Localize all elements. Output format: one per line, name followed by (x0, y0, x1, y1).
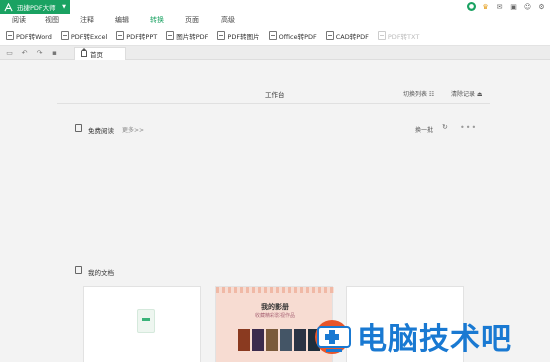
computer-logo-icon (315, 320, 351, 354)
file-convert-icon (217, 31, 226, 40)
file-convert-icon (166, 31, 175, 40)
window-controls: ● ♛ ✉ ▣ ☺ ⚙ (467, 2, 546, 11)
card-stripe (216, 287, 334, 293)
ribbon-tool-2[interactable]: PDF转PPT (116, 31, 157, 41)
clear-history-button[interactable]: 清除记录 ⏏ (451, 89, 483, 98)
ribbon-tool-6[interactable]: CAD转PDF (325, 31, 369, 41)
free-read-title: 免费阅读 (88, 127, 114, 135)
menu-item-5[interactable]: 页面 (185, 14, 199, 26)
open-folder-icon[interactable]: ▭ (5, 49, 14, 57)
tab-row: ▭ ↶ ↷ ▪ 首页 (0, 46, 550, 60)
app-title: 迅捷PDF大师 (17, 4, 56, 12)
app-brand[interactable]: 迅捷PDF大师 ▼ (0, 0, 70, 14)
poster-image (294, 329, 306, 351)
divider (57, 103, 490, 104)
ribbon-tool-0[interactable]: PDF转Word (6, 31, 52, 41)
file-convert-icon (268, 31, 277, 40)
switch-list-button[interactable]: 切换列表 ☷ (403, 89, 434, 98)
ribbon-tool-7[interactable]: PDF转TXT (377, 31, 420, 41)
poster-image (280, 329, 292, 351)
conversion-ribbon: PDF转Word PDF转Excel PDF转PPT 图片转PDF PDF转图片 Offi… (0, 26, 550, 46)
chevron-down-icon: ▼ (62, 4, 66, 10)
my-docs-title: 我的文档 (88, 269, 114, 277)
file-convert-icon (60, 31, 69, 40)
undo-icon[interactable]: ↶ (20, 49, 29, 57)
swap-batch-button[interactable]: 换一批 (415, 125, 433, 134)
file-convert-icon (377, 31, 386, 40)
ribbon-tool-label: PDF转图片 (227, 32, 260, 41)
menu-item-2[interactable]: 注释 (80, 14, 94, 26)
menu-item-0[interactable]: 阅读 (12, 14, 26, 26)
watermark: 电脑技术吧 (308, 311, 550, 362)
top-bar: 迅捷PDF大师 ▼ 阅读 视图 注释 编辑 转换 页面 高级 ● ♛ ✉ ▣ ☺ ⚙ (0, 0, 550, 28)
poster-image (266, 329, 278, 351)
ribbon-tool-label: PDF转Excel (70, 32, 108, 41)
poster-item[interactable] (252, 329, 264, 352)
home-icon (81, 48, 87, 57)
ribbon-tool-label: CAD转PDF (335, 32, 369, 41)
watermark-text: 电脑技术吧 (357, 322, 512, 357)
poster-item[interactable] (266, 329, 278, 352)
poster-item[interactable] (280, 329, 292, 352)
ribbon-tool-label: PDF转TXT (387, 32, 420, 41)
menu-item-1[interactable]: 视图 (45, 14, 59, 26)
file-convert-icon (116, 31, 125, 40)
menu-item-3[interactable]: 编辑 (115, 14, 129, 26)
message-icon[interactable]: ✉ (495, 2, 504, 11)
save-icon[interactable]: ▪ (50, 49, 59, 57)
file-convert-icon (6, 31, 14, 40)
poster-item[interactable] (294, 329, 306, 352)
ribbon-tool-label: Office转PDF (278, 32, 317, 41)
document-icon (75, 266, 82, 274)
ribbon-tool-label: 图片转PDF (176, 32, 209, 41)
more-options-icon[interactable]: ••• (460, 123, 477, 132)
ribbon-tool-1[interactable]: PDF转Excel (60, 31, 108, 41)
poster-image (238, 329, 250, 351)
user-icon[interactable]: ● (467, 2, 476, 11)
ribbon-tool-4[interactable]: PDF转图片 (217, 31, 260, 41)
crown-icon[interactable]: ♛ (481, 2, 490, 11)
redo-icon[interactable]: ↷ (35, 49, 44, 57)
tab-home-label: 首页 (90, 51, 103, 59)
refresh-icon[interactable]: ↻ (442, 123, 448, 131)
settings-icon[interactable]: ⚙ (537, 2, 546, 11)
doc-card-empty[interactable] (83, 286, 201, 362)
tab-home[interactable]: 首页 (74, 47, 126, 60)
app-logo-icon (4, 2, 13, 11)
ribbon-tool-label: PDF转PPT (126, 32, 158, 41)
document-illustration-icon (137, 309, 155, 333)
menu-item-6[interactable]: 高级 (221, 14, 235, 26)
quick-access-toolbar: ▭ ↶ ↷ ▪ (5, 49, 59, 57)
skin-icon[interactable]: ▣ (509, 2, 518, 11)
workspace-title: 工作台 (265, 91, 285, 99)
more-link[interactable]: 更多>> (122, 125, 144, 134)
ribbon-tool-5[interactable]: Office转PDF (268, 31, 317, 41)
feedback-icon[interactable]: ☺ (523, 2, 532, 11)
ribbon-tool-3[interactable]: 图片转PDF (166, 31, 208, 41)
file-convert-icon (325, 31, 334, 40)
ribbon-tool-label: PDF转Word (16, 32, 52, 41)
book-icon (75, 124, 82, 132)
poster-image (252, 329, 264, 351)
poster-item[interactable] (238, 329, 250, 352)
